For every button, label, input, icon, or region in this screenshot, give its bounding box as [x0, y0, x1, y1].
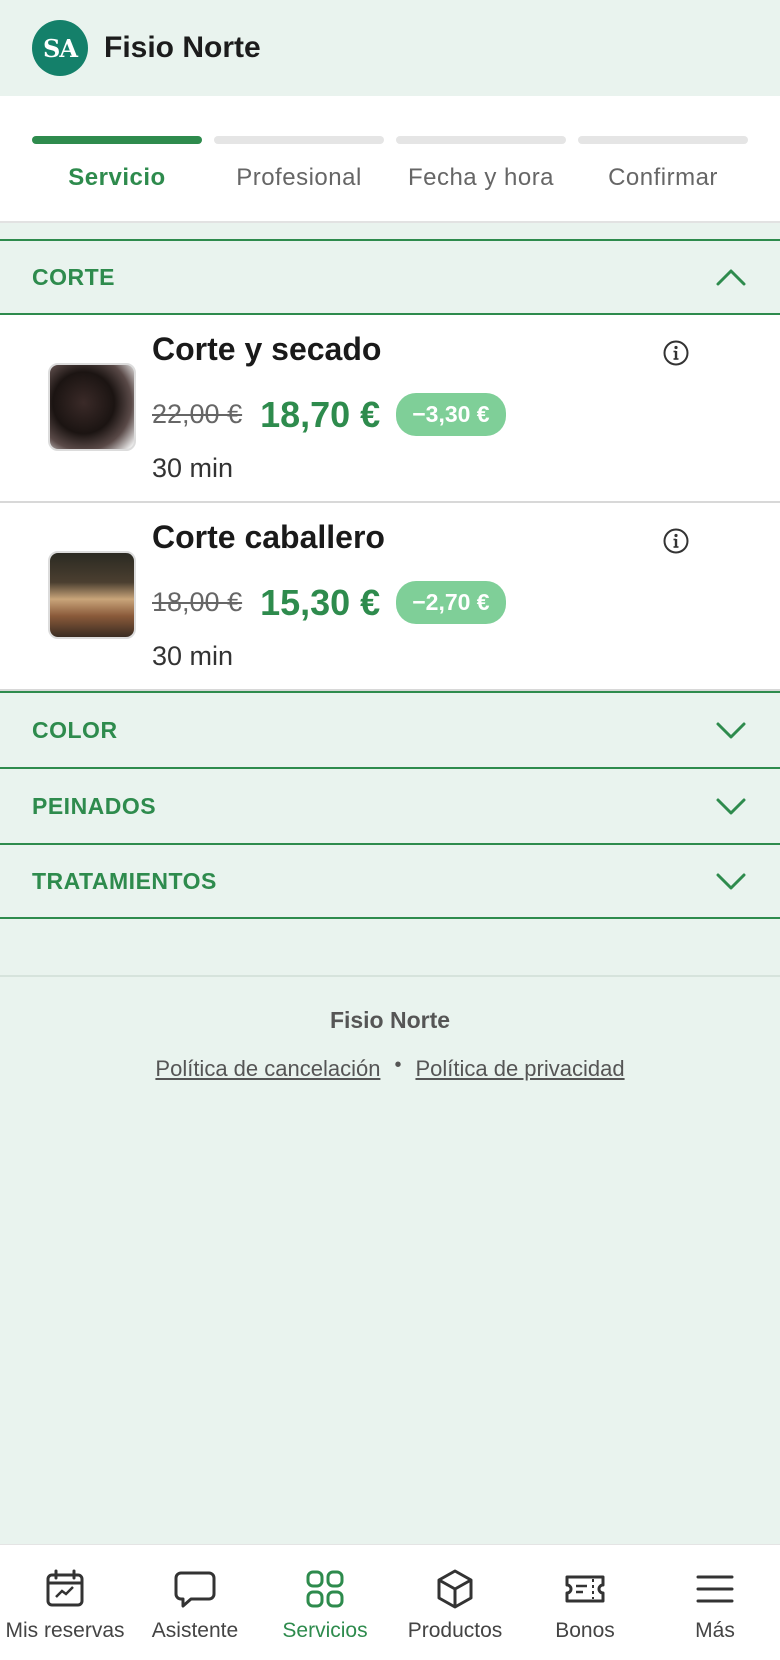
nav-label: Productos — [407, 1619, 503, 1642]
discounted-price: 15,30 € — [260, 581, 381, 623]
nav-label: Asistente — [151, 1619, 239, 1642]
nav-productos[interactable]: Productos — [390, 1545, 520, 1660]
nav-mis-reservas[interactable]: Mis reservas — [0, 1545, 130, 1660]
link-separator: • — [394, 1053, 402, 1076]
page-footer: Fisio Norte Política de cancelación • Po… — [0, 975, 780, 1082]
category-corte-header[interactable]: CORTE — [0, 239, 780, 315]
nav-label: Más — [695, 1619, 735, 1642]
step-fecha-hora[interactable]: Fecha y hora — [396, 164, 566, 192]
grid-icon — [306, 1570, 344, 1608]
category-title: PEINADOS — [32, 792, 157, 819]
service-duration: 30 min — [152, 641, 234, 671]
cancellation-policy-link[interactable]: Política de cancelación — [155, 1056, 380, 1082]
category-title: CORTE — [32, 263, 115, 290]
menu-icon — [696, 1575, 734, 1603]
step-progress-bars — [32, 136, 748, 144]
step-bar-fecha-hora — [396, 136, 566, 144]
calendar-icon — [46, 1569, 84, 1607]
bottom-nav: Mis reservas Asistente Servicios Product… — [0, 1544, 780, 1660]
page-title: Fisio Norte — [104, 31, 261, 64]
step-confirmar[interactable]: Confirmar — [578, 164, 748, 192]
original-price: 18,00 € — [152, 587, 243, 617]
category-title: TRATAMIENTOS — [32, 867, 217, 894]
service-item[interactable]: Corte caballero 18,00 € 15,30 € −2,70 € … — [0, 503, 780, 691]
discounted-price: 18,70 € — [260, 393, 381, 435]
app-header: SA Fisio Norte — [0, 0, 780, 96]
privacy-policy-link[interactable]: Política de privacidad — [415, 1056, 624, 1082]
category-peinados-header[interactable]: PEINADOS — [0, 767, 780, 843]
nav-label: Mis reservas — [5, 1619, 125, 1642]
step-bar-profesional — [214, 136, 384, 144]
booking-stepper: Servicio Profesional Fecha y hora Confir… — [0, 96, 780, 223]
nav-label: Servicios — [282, 1619, 368, 1642]
avatar[interactable]: SA — [32, 20, 88, 76]
service-duration: 30 min — [152, 453, 234, 483]
nav-asistente[interactable]: Asistente — [130, 1545, 260, 1660]
nav-mas[interactable]: Más — [650, 1545, 780, 1660]
step-bar-confirmar — [578, 136, 748, 144]
service-item[interactable]: Corte y secado 22,00 € 18,70 € −3,30 € 3… — [0, 315, 780, 503]
nav-servicios[interactable]: Servicios — [260, 1545, 390, 1660]
info-icon[interactable] — [662, 339, 690, 367]
box-icon — [437, 1569, 473, 1609]
service-thumbnail — [48, 551, 136, 639]
step-servicio[interactable]: Servicio — [32, 164, 202, 192]
info-icon[interactable] — [662, 527, 690, 555]
chat-icon — [174, 1571, 216, 1608]
chevron-down-icon — [716, 873, 746, 890]
nav-bonos[interactable]: Bonos — [520, 1545, 650, 1660]
category-title: COLOR — [32, 716, 118, 743]
discount-badge: −2,70 € — [396, 581, 506, 624]
service-thumbnail — [48, 363, 136, 451]
nav-label: Bonos — [555, 1619, 615, 1642]
step-profesional[interactable]: Profesional — [214, 164, 384, 192]
category-tratamientos-header[interactable]: TRATAMIENTOS — [0, 843, 780, 919]
chevron-down-icon — [716, 798, 746, 815]
ticket-icon — [565, 1575, 605, 1603]
original-price: 22,00 € — [152, 399, 243, 429]
service-name: Corte caballero — [152, 519, 385, 555]
footer-business-name: Fisio Norte — [329, 1007, 451, 1033]
chevron-down-icon — [716, 722, 746, 739]
category-color-header[interactable]: COLOR — [0, 691, 780, 767]
chevron-up-icon — [716, 269, 746, 286]
service-name: Corte y secado — [152, 331, 382, 367]
step-bar-servicio — [32, 136, 202, 144]
discount-badge: −3,30 € — [396, 393, 506, 436]
